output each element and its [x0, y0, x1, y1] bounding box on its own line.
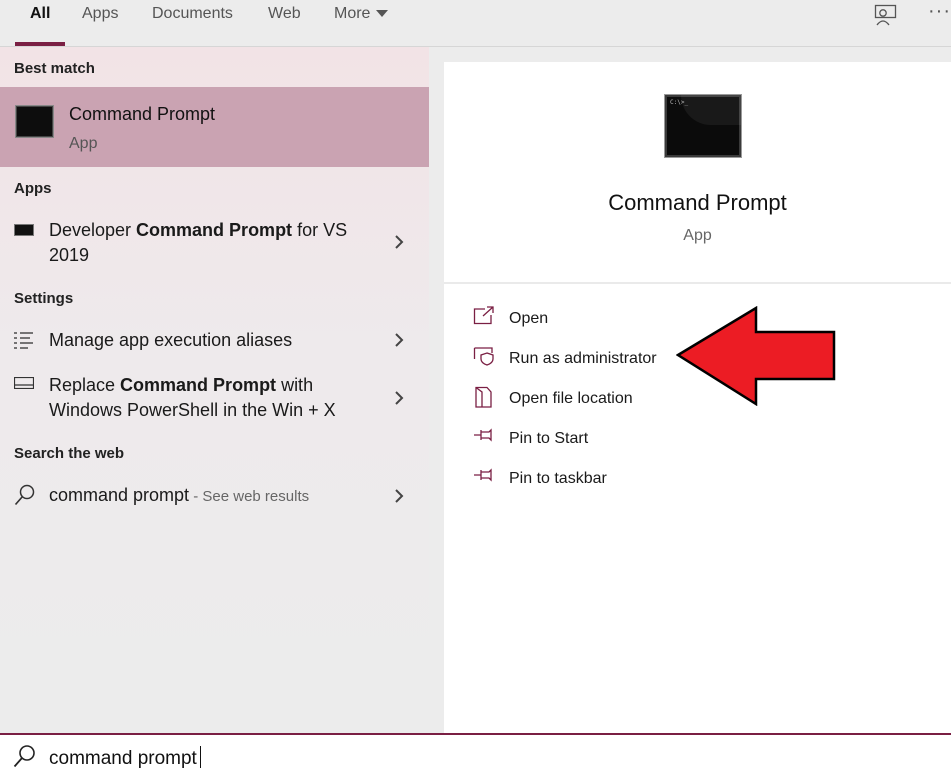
tab-more[interactable]: More	[334, 5, 389, 23]
setting-replace-command-prompt[interactable]: Replace Command Prompt with Windows Powe…	[49, 373, 336, 423]
shield-icon	[473, 347, 494, 366]
apps-header: Apps	[14, 180, 52, 197]
open-icon	[473, 306, 494, 325]
search-icon	[13, 745, 35, 768]
action-pin-to-taskbar-label: Pin to taskbar	[509, 470, 607, 487]
best-match-item[interactable]: Command Prompt App	[0, 87, 429, 167]
chevron-right-icon[interactable]	[393, 488, 405, 504]
tab-all[interactable]: All	[30, 5, 50, 23]
web-result[interactable]: command prompt - See web results	[49, 483, 309, 509]
action-pin-to-start-label: Pin to Start	[509, 430, 589, 447]
tab-documents[interactable]: Documents	[152, 5, 233, 23]
tab-more-label: More	[334, 5, 371, 22]
preview-title: Command Prompt	[608, 190, 787, 215]
best-match-header: Best match	[14, 60, 95, 77]
best-match-title: Command Prompt	[69, 104, 216, 124]
pin-icon	[474, 468, 492, 482]
tab-apps[interactable]: Apps	[82, 5, 118, 23]
chevron-right-icon[interactable]	[393, 234, 405, 250]
chevron-right-icon[interactable]	[393, 332, 405, 348]
console-app-icon	[14, 224, 34, 236]
preview-subtitle: App	[683, 227, 712, 244]
list-settings-icon	[14, 332, 33, 349]
search-icon	[14, 484, 35, 506]
action-open-label: Open	[509, 310, 549, 327]
search-tabs-bar: All Apps Documents Web More ···	[0, 0, 951, 47]
taskbar-settings-icon	[14, 377, 34, 389]
more-options-icon[interactable]: ···	[928, 0, 951, 23]
action-open-file-location-label: Open file location	[509, 390, 633, 407]
preview-header: C:\>_ Command Prompt App	[444, 62, 951, 284]
chevron-right-icon[interactable]	[393, 390, 405, 406]
command-prompt-icon	[15, 105, 54, 138]
setting-manage-app-aliases[interactable]: Manage app execution aliases	[49, 328, 292, 353]
action-run-as-administrator-label: Run as administrator	[509, 350, 657, 367]
active-tab-indicator	[15, 42, 65, 46]
action-pin-to-start[interactable]: Pin to Start	[473, 426, 733, 454]
tab-web[interactable]: Web	[268, 5, 301, 23]
search-bar: command prompt	[0, 733, 951, 775]
search-input[interactable]: command prompt	[49, 746, 201, 770]
red-arrow-annotation	[676, 306, 836, 406]
best-match-subtitle: App	[69, 135, 98, 152]
action-pin-to-taskbar[interactable]: Pin to taskbar	[473, 466, 733, 494]
chevron-down-icon	[376, 10, 389, 18]
command-prompt-large-icon: C:\>_	[664, 94, 742, 158]
search-web-header: Search the web	[14, 445, 125, 462]
results-panel: Best match Command Prompt App Apps Devel…	[0, 47, 429, 733]
file-location-icon	[475, 386, 492, 408]
settings-header: Settings	[14, 290, 74, 307]
pin-icon	[474, 428, 492, 442]
app-result-developer-command-prompt[interactable]: Developer Command Prompt for VS 2019	[49, 218, 347, 268]
feedback-icon[interactable]	[874, 4, 898, 26]
